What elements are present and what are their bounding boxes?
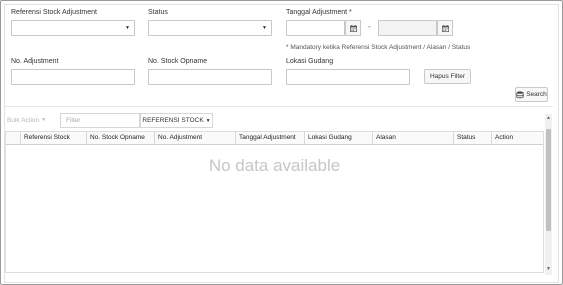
col-no-stock-opname[interactable]: No. Stock Opname [86,132,154,144]
col-referensi-stock[interactable]: Referensi Stock [20,132,86,144]
referensi-stock-label: REFERENSI STOCK [142,117,204,124]
table-filter-input[interactable]: Filter [60,113,140,128]
hapus-filter-button[interactable]: Hapus Filter [424,69,471,84]
date-from-input[interactable] [286,20,345,36]
caret-down-icon: ▼ [125,25,130,31]
status-select[interactable]: ▼ [148,20,272,36]
vertical-scrollbar[interactable]: ▲ ▼ [545,114,552,275]
col-no-adjustment[interactable]: No. Adjustment [154,132,235,144]
table-header: Referensi Stock No. Stock Opname No. Adj… [6,132,543,145]
ref-stock-adjustment-label: Referensi Stock Adjustment [11,9,97,16]
scroll-up-icon[interactable]: ▲ [545,115,552,122]
caret-down-icon: ▼ [262,25,267,31]
lokasi-gudang-label: Lokasi Gudang [286,58,334,65]
caret-down-icon: ▼ [205,117,211,124]
ref-stock-adjustment-select[interactable]: ▼ [11,20,135,36]
no-adjustment-label: No. Adjustment [11,58,59,65]
bulk-action-label: Bulk Action [7,116,40,124]
search-button-label: Search [526,91,547,98]
date-from-calendar-button[interactable] [345,20,361,36]
date-range-separator: - [368,22,371,31]
status-label: Status [148,9,168,16]
tanggal-adjustment-label: Tanggal Adjustment * [286,9,352,16]
lokasi-gudang-input[interactable] [286,69,410,85]
no-stock-opname-input[interactable] [148,69,272,85]
scroll-down-icon[interactable]: ▼ [545,266,552,273]
no-adjustment-input[interactable] [11,69,135,85]
no-stock-opname-label: No. Stock Opname [148,58,208,65]
col-alasan[interactable]: Alasan [372,132,453,144]
bulk-action-dropdown[interactable]: Bulk Action ▼ [7,113,53,127]
date-to-calendar-button[interactable] [437,20,453,36]
col-lokasi-gudang[interactable]: Lokasi Gudang [304,132,372,144]
empty-table-message: No data available [208,156,341,175]
col-tanggal-adjustment[interactable]: Tanggal Adjustment [235,132,304,144]
col-status[interactable]: Status [453,132,491,144]
data-table: Referensi Stock No. Stock Opname No. Adj… [5,131,544,273]
scrollbar-thumb[interactable] [546,129,551,231]
caret-down-icon: ▼ [41,117,47,123]
section-divider [5,106,553,107]
search-button[interactable]: Search [515,87,548,102]
date-to-input[interactable] [378,20,437,36]
mandatory-note: * Mandatory ketika Referensi Stock Adjus… [286,44,471,51]
col-action[interactable]: Action [491,132,543,144]
calendar-icon [349,24,357,32]
database-search-icon [516,90,524,98]
referensi-stock-dropdown[interactable]: REFERENSI STOCK ▼ [140,113,213,128]
select-all-column[interactable] [6,132,20,144]
calendar-icon [441,24,449,32]
